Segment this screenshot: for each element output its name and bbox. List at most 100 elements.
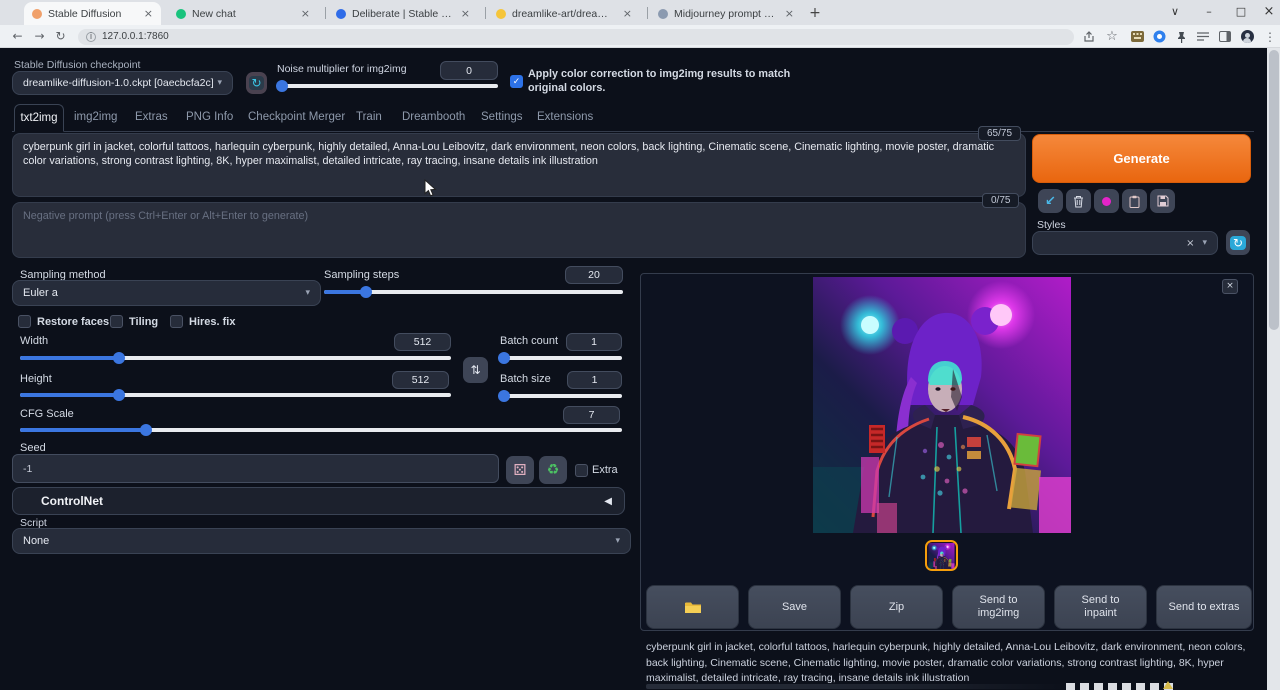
tab-title: dreamlike-art/dreamlike-diffusio...: [512, 8, 615, 20]
gallery-thumbnail[interactable]: [925, 540, 958, 571]
profile-avatar[interactable]: [1238, 28, 1256, 45]
negative-token-counter: 0/75: [982, 193, 1019, 208]
sampling-steps-value[interactable]: 20: [565, 266, 623, 284]
reading-list-icon[interactable]: [1194, 28, 1212, 45]
batch-size-slider[interactable]: [500, 390, 622, 402]
clear-prompt-button[interactable]: [1066, 189, 1091, 213]
extra-seed-label: Extra: [592, 464, 618, 476]
send-to-extras-button[interactable]: Send to extras: [1156, 585, 1252, 629]
tab-dreambooth[interactable]: Dreambooth: [402, 111, 465, 123]
controlnet-accordion[interactable]: ControlNet ◀: [12, 487, 625, 515]
generate-button[interactable]: Generate: [1032, 134, 1251, 183]
collapse-arrow-icon: ◀: [604, 496, 612, 507]
browser-tab-dreamlike[interactable]: dreamlike-art/dreamlike-diffusio... ×: [488, 2, 640, 25]
new-tab-button[interactable]: +: [806, 5, 824, 23]
side-panel-icon[interactable]: [1216, 28, 1234, 45]
reload-icon[interactable]: ↻: [52, 28, 69, 45]
send-to-inpaint-button[interactable]: Send to inpaint: [1054, 585, 1147, 629]
open-folder-button[interactable]: [646, 585, 739, 629]
browser-menu-icon[interactable]: ⋮: [1261, 28, 1279, 45]
page-scrollbar[interactable]: [1267, 48, 1280, 690]
cutoff-params-line: [646, 684, 1066, 689]
tab-checkpoint-merger[interactable]: Checkpoint Merger: [248, 111, 345, 123]
back-icon[interactable]: ←: [9, 28, 26, 45]
batch-size-value[interactable]: 1: [567, 371, 622, 389]
batch-count-slider[interactable]: [500, 352, 622, 364]
site-info-icon[interactable]: i: [86, 32, 96, 42]
prompt-container: cyberpunk girl in jacket, colorful tatto…: [12, 133, 1026, 197]
negative-prompt-input[interactable]: [12, 202, 1026, 258]
checkpoint-dropdown[interactable]: dreamlike-diffusion-1.0.ckpt [0aecbcfa2c…: [12, 71, 233, 95]
save-button[interactable]: Save: [748, 585, 841, 629]
prompt-input[interactable]: cyberpunk girl in jacket, colorful tatto…: [12, 133, 1026, 197]
tab-txt2img[interactable]: txt2img: [14, 104, 64, 132]
tab-png-info[interactable]: PNG Info: [186, 111, 233, 123]
height-slider[interactable]: [20, 389, 451, 401]
tab-settings[interactable]: Settings: [481, 111, 523, 123]
tab-img2img[interactable]: img2img: [74, 111, 117, 123]
tab-favicon: [658, 9, 668, 19]
swap-dimensions-button[interactable]: ⇅: [463, 357, 488, 383]
noise-multiplier-slider[interactable]: [280, 80, 498, 92]
height-value[interactable]: 512: [392, 371, 449, 389]
seed-input[interactable]: -1: [12, 454, 499, 483]
tab-close-icon[interactable]: ×: [623, 7, 632, 20]
hires-fix-checkbox[interactable]: [170, 315, 183, 328]
styles-refresh-button[interactable]: ↻: [1226, 230, 1250, 255]
noise-multiplier-value[interactable]: 0: [440, 61, 498, 80]
tab-close-icon[interactable]: ×: [461, 7, 470, 20]
tab-close-icon[interactable]: ×: [301, 7, 310, 20]
tab-close-icon[interactable]: ×: [785, 7, 794, 20]
cfg-scale-value[interactable]: 7: [563, 406, 620, 424]
window-minimize-button[interactable]: –: [1192, 0, 1226, 25]
apply-style-button[interactable]: [1122, 189, 1147, 213]
tab-extras[interactable]: Extras: [135, 111, 168, 123]
color-correction-checkbox[interactable]: ✓: [510, 75, 523, 88]
scrollbar-thumb[interactable]: [1269, 50, 1279, 330]
generated-image[interactable]: [813, 277, 1071, 533]
tab-separator: [325, 7, 326, 19]
browser-tab-stable-diffusion[interactable]: Stable Diffusion ×: [24, 2, 161, 25]
clear-styles-icon[interactable]: ×: [1186, 238, 1194, 249]
batch-count-value[interactable]: 1: [566, 333, 622, 351]
mouse-cursor: [424, 179, 437, 197]
window-close-button[interactable]: ×: [1252, 0, 1280, 25]
width-slider[interactable]: [20, 352, 451, 364]
sampling-method-dropdown[interactable]: Euler a ▾: [12, 280, 321, 306]
styles-dropdown[interactable]: × ▾: [1032, 231, 1218, 255]
refresh-icon: ↻: [1230, 236, 1246, 250]
share-icon[interactable]: [1080, 28, 1098, 45]
sampling-steps-slider[interactable]: [324, 286, 623, 298]
tab-train[interactable]: Train: [356, 111, 382, 123]
cfg-scale-slider[interactable]: [20, 424, 622, 436]
browser-tab-deliberate[interactable]: Deliberate | Stable Diffusion Che... ×: [328, 2, 478, 25]
negative-prompt-container: [12, 202, 1026, 258]
browser-tab-new-chat[interactable]: New chat ×: [168, 2, 318, 25]
bookmark-star-icon[interactable]: ☆: [1103, 28, 1121, 45]
browser-tab-midjourney[interactable]: Midjourney prompt examples : ... ×: [650, 2, 802, 25]
extra-networks-button[interactable]: [1094, 189, 1119, 213]
width-value[interactable]: 512: [394, 333, 451, 351]
extension-badge-icon[interactable]: [1150, 28, 1168, 45]
reuse-seed-button[interactable]: ♻: [539, 456, 567, 484]
gallery-close-button[interactable]: ×: [1222, 279, 1238, 294]
extra-seed-checkbox[interactable]: [575, 464, 588, 477]
checkpoint-refresh-button[interactable]: ↻: [246, 72, 267, 94]
sampling-method-value: Euler a: [23, 287, 58, 299]
forward-icon[interactable]: →: [31, 28, 48, 45]
tab-close-icon[interactable]: ×: [144, 7, 153, 20]
zip-button[interactable]: Zip: [850, 585, 943, 629]
send-to-img2img-button[interactable]: Send to img2img: [952, 585, 1045, 629]
paste-params-button[interactable]: ↙: [1038, 189, 1063, 213]
extension-grid-icon[interactable]: [1128, 28, 1146, 45]
restore-faces-checkbox[interactable]: [18, 315, 31, 328]
address-bar[interactable]: i 127.0.0.1:7860: [78, 29, 1074, 45]
random-seed-button[interactable]: ⚄: [506, 456, 534, 484]
extensions-pin-icon[interactable]: [1172, 28, 1190, 45]
tab-extensions[interactable]: Extensions: [537, 111, 593, 123]
save-style-button[interactable]: [1150, 189, 1175, 213]
script-dropdown[interactable]: None ▾: [12, 528, 631, 554]
script-value: None: [23, 535, 49, 547]
window-chevron-icon[interactable]: ∨: [1158, 0, 1192, 25]
tiling-checkbox[interactable]: [110, 315, 123, 328]
